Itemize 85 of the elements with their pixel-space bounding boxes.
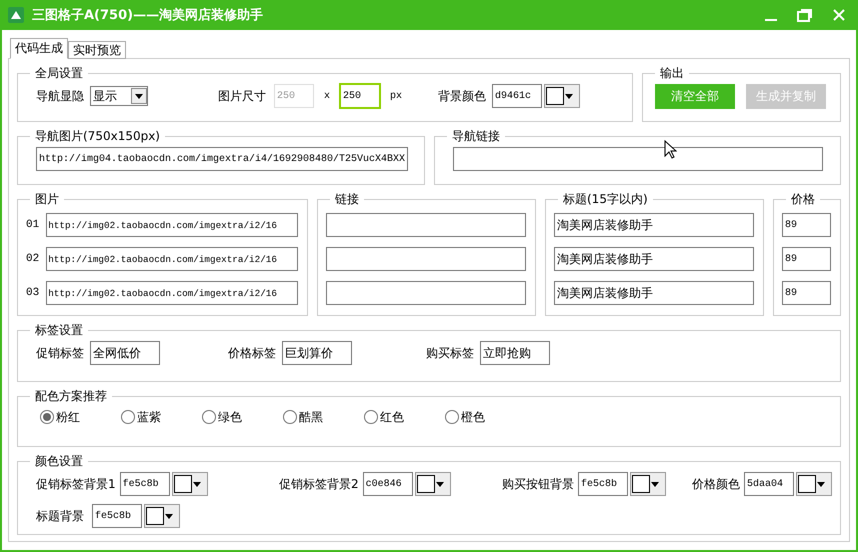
url-field[interactable]: http://img02.taobaocdn.com/imgextra/i2/16: [46, 247, 298, 271]
scheme-radio[interactable]: 粉红: [40, 408, 121, 426]
color-code-field[interactable]: fe5c8b: [92, 504, 142, 528]
group-title: 价格: [790, 191, 816, 208]
group-title: 导航链接: [451, 128, 501, 145]
dropdown-arrow-icon: [135, 94, 143, 98]
url-field[interactable]: [453, 147, 823, 171]
group-title: 颜色设置: [34, 453, 84, 470]
scheme-radio[interactable]: 绿色: [202, 408, 283, 426]
color-picker-button[interactable]: [544, 84, 580, 108]
field-label: 背景颜色: [438, 88, 486, 104]
price-field[interactable]: 89: [782, 247, 831, 271]
dropdown-arrow-icon: [192, 482, 201, 486]
group-title: 标题(15字以内): [562, 191, 649, 208]
visibility-dropdown[interactable]: 显示: [90, 86, 148, 106]
dropdown-arrow-icon: [816, 482, 825, 486]
radio-label: 蓝紫: [137, 408, 161, 426]
scheme-radio[interactable]: 橙色: [445, 408, 526, 426]
scheme-radio[interactable]: 酷黑: [283, 408, 364, 426]
color-picker-button[interactable]: [144, 504, 180, 528]
color-picker-button[interactable]: [414, 472, 451, 496]
tag-field[interactable]: 巨划算价: [282, 341, 352, 365]
url-field[interactable]: http://img04.taobaocdn.com/imgextra/i4/1692908480/T25VucX4BXX: [36, 147, 408, 171]
color-code-field[interactable]: c0e846: [362, 472, 413, 496]
link-field[interactable]: [326, 281, 526, 305]
group-title: 标签设置: [34, 322, 84, 339]
window-title: 三图格子A(750)——淘美网店装修助手: [32, 6, 264, 24]
field-label: 价格标签: [228, 344, 276, 362]
height-field[interactable]: 250: [340, 84, 380, 108]
color-code-field[interactable]: d9461c: [492, 84, 542, 108]
group-title: 全局设置: [34, 65, 84, 82]
title-field[interactable]: 淘美网店装修助手: [554, 247, 754, 271]
color-picker-button[interactable]: [796, 472, 832, 496]
dropdown-arrow-icon: [165, 514, 173, 518]
unit-text: px: [390, 90, 402, 102]
color-code-field[interactable]: fe5c8b: [578, 472, 628, 496]
url-field[interactable]: http://img02.taobaocdn.com/imgextra/i2/16: [46, 281, 298, 305]
group-title: 输出: [659, 65, 685, 82]
price-field[interactable]: 89: [782, 281, 831, 305]
app-logo-icon: [8, 7, 24, 23]
row-number: 03: [26, 287, 40, 299]
field-label: 购买标签: [426, 344, 474, 362]
group-title: 图片: [34, 191, 60, 208]
radio-label: 粉红: [56, 408, 80, 426]
group-title: 链接: [334, 191, 360, 208]
tag-field[interactable]: 全网低价: [90, 341, 160, 365]
radio-label: 红色: [380, 408, 404, 426]
mouse-cursor-icon: [664, 140, 677, 159]
color-code-field[interactable]: 5daa04: [744, 472, 794, 496]
row-number: 02: [26, 253, 40, 265]
tag-field[interactable]: 立即抢购: [480, 341, 550, 365]
minimize-icon: [765, 19, 777, 21]
tab[interactable]: 实时预览: [68, 41, 126, 59]
field-label: 导航显隐: [36, 88, 84, 104]
color-code-field[interactable]: fe5c8b: [120, 472, 170, 496]
price-field[interactable]: 89: [782, 213, 831, 237]
scheme-radio[interactable]: 红色: [364, 408, 445, 426]
group-title: 导航图片(750x150px): [34, 128, 161, 145]
field-label: 促销标签: [36, 344, 84, 362]
radio-label: 橙色: [461, 408, 485, 426]
title-field[interactable]: 淘美网店装修助手: [554, 281, 754, 305]
field-label: 购买按钮背景: [502, 476, 574, 492]
row-number: 01: [26, 219, 40, 231]
scheme-radio[interactable]: 蓝紫: [121, 408, 202, 426]
url-field[interactable]: http://img02.taobaocdn.com/imgextra/i2/16: [46, 213, 298, 237]
restore-icon: [797, 8, 813, 22]
color-picker-button[interactable]: [630, 472, 666, 496]
title-field[interactable]: 淘美网店装修助手: [554, 213, 754, 237]
tab[interactable]: 代码生成: [10, 38, 68, 59]
radio-label: 绿色: [218, 408, 242, 426]
close-icon: [832, 8, 846, 22]
dropdown-arrow-icon: [565, 94, 574, 98]
separator-text: x: [324, 90, 330, 102]
dropdown-arrow-icon: [650, 482, 659, 486]
field-label: 图片尺寸: [218, 88, 266, 104]
color-picker-button[interactable]: [172, 472, 208, 496]
dropdown-arrow-icon: [436, 482, 444, 486]
field-label: 促销标签背景2: [279, 476, 359, 492]
field-label: 价格颜色: [692, 476, 740, 492]
link-field[interactable]: [326, 247, 526, 271]
group-title: 配色方案推荐: [34, 388, 108, 404]
field-label: 促销标签背景1: [36, 476, 116, 492]
radio-label: 酷黑: [299, 408, 323, 426]
field-label: 标题背景: [36, 508, 84, 524]
link-field[interactable]: [326, 213, 526, 237]
